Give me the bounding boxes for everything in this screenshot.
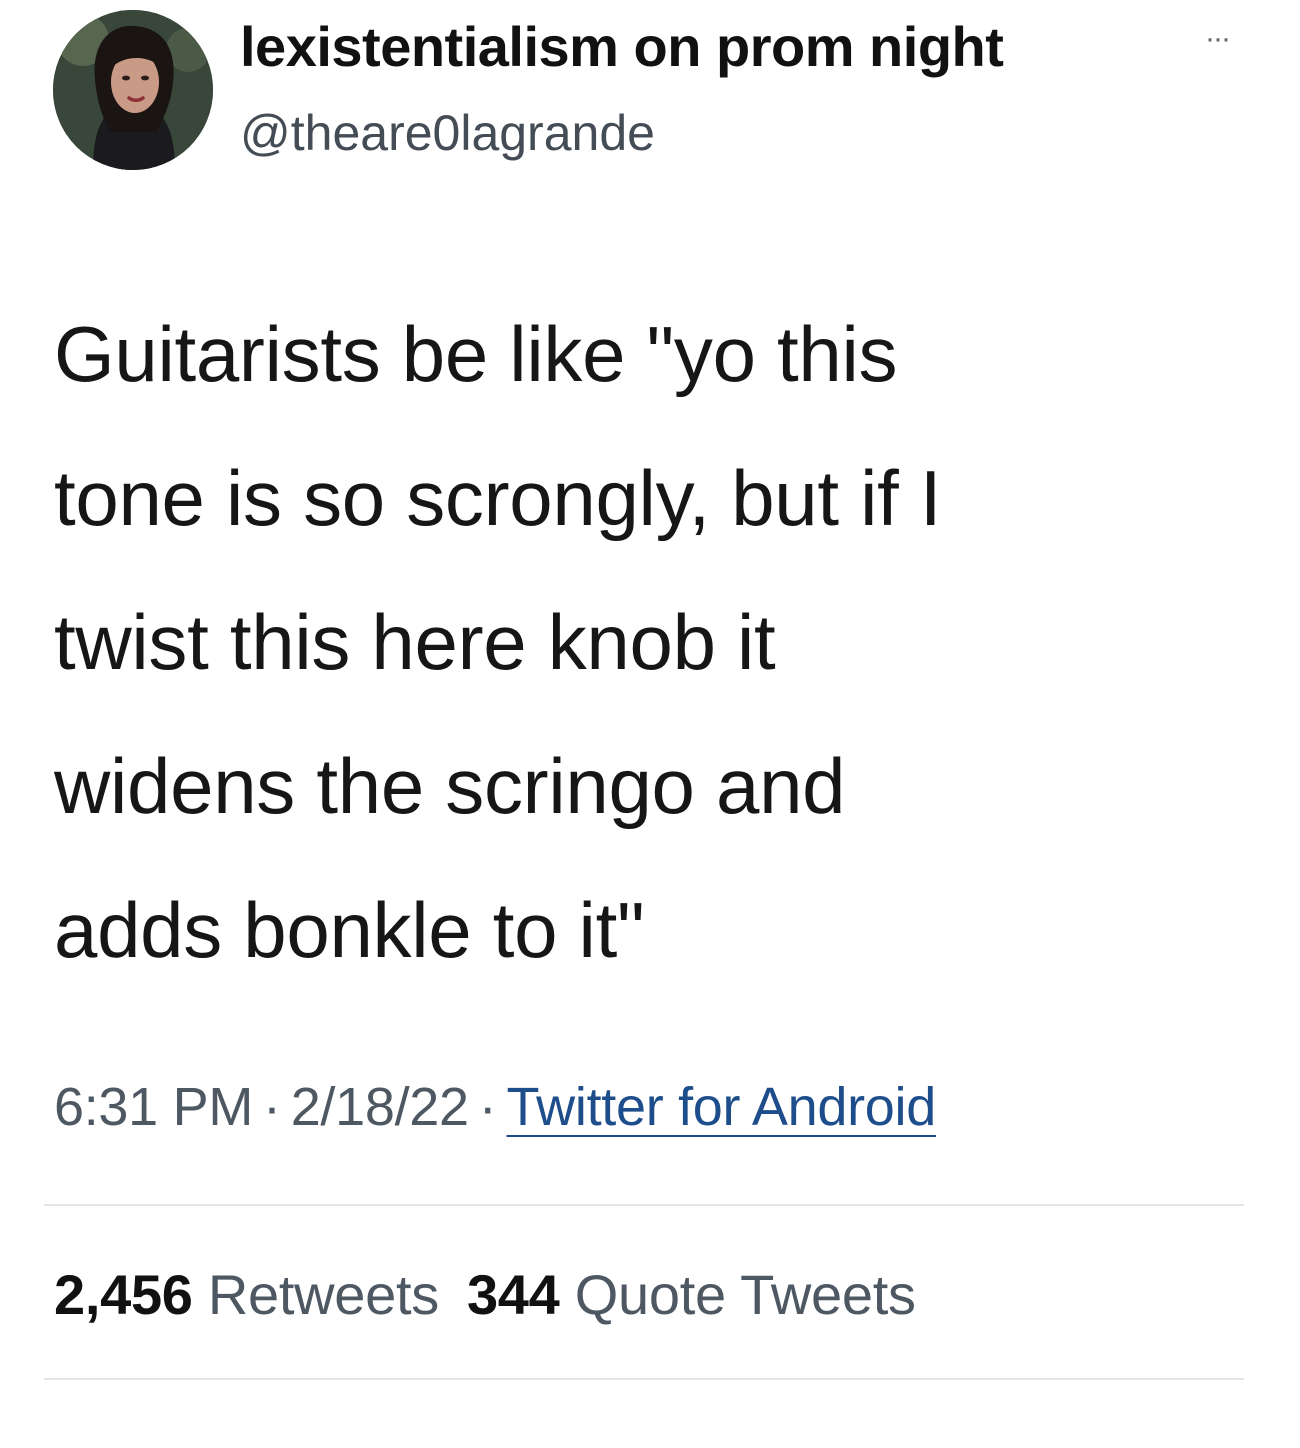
retweets-label: Retweets [207, 1263, 439, 1326]
avatar[interactable] [53, 10, 213, 170]
more-horizontal-icon[interactable]: ··· [1193, 24, 1241, 54]
cutoff-stat-row [54, 1418, 354, 1448]
tweet-stats: 2,456 Retweets 344 Quote Tweets [54, 1262, 916, 1327]
display-name[interactable]: lexistentialism on prom night [240, 14, 1004, 79]
tweet-text: Guitarists be like "yo this tone is so s… [54, 310, 942, 974]
retweets-stat[interactable]: 2,456 Retweets [54, 1263, 439, 1326]
tweet-time[interactable]: 6:31 PM [54, 1077, 253, 1137]
tweet-source-link[interactable]: Twitter for Android [506, 1077, 936, 1137]
tweet: lexistentialism on prom night ··· @thear… [0, 0, 1300, 1437]
meta-separator: · [263, 1077, 281, 1137]
tweet-meta: 6:31 PM · 2/18/22 · Twitter for Android [54, 1076, 936, 1138]
user-handle[interactable]: @theare0lagrande [240, 104, 655, 162]
quote-tweets-count: 344 [466, 1263, 560, 1326]
divider [44, 1378, 1244, 1380]
tweet-date[interactable]: 2/18/22 [291, 1077, 469, 1137]
divider [44, 1204, 1244, 1206]
meta-separator: · [478, 1077, 497, 1137]
quote-tweets-label: Quote Tweets [574, 1263, 916, 1326]
quote-tweets-stat[interactable]: 344 Quote Tweets [467, 1263, 916, 1326]
avatar-photo [53, 10, 213, 170]
retweets-count: 2,456 [54, 1263, 193, 1326]
